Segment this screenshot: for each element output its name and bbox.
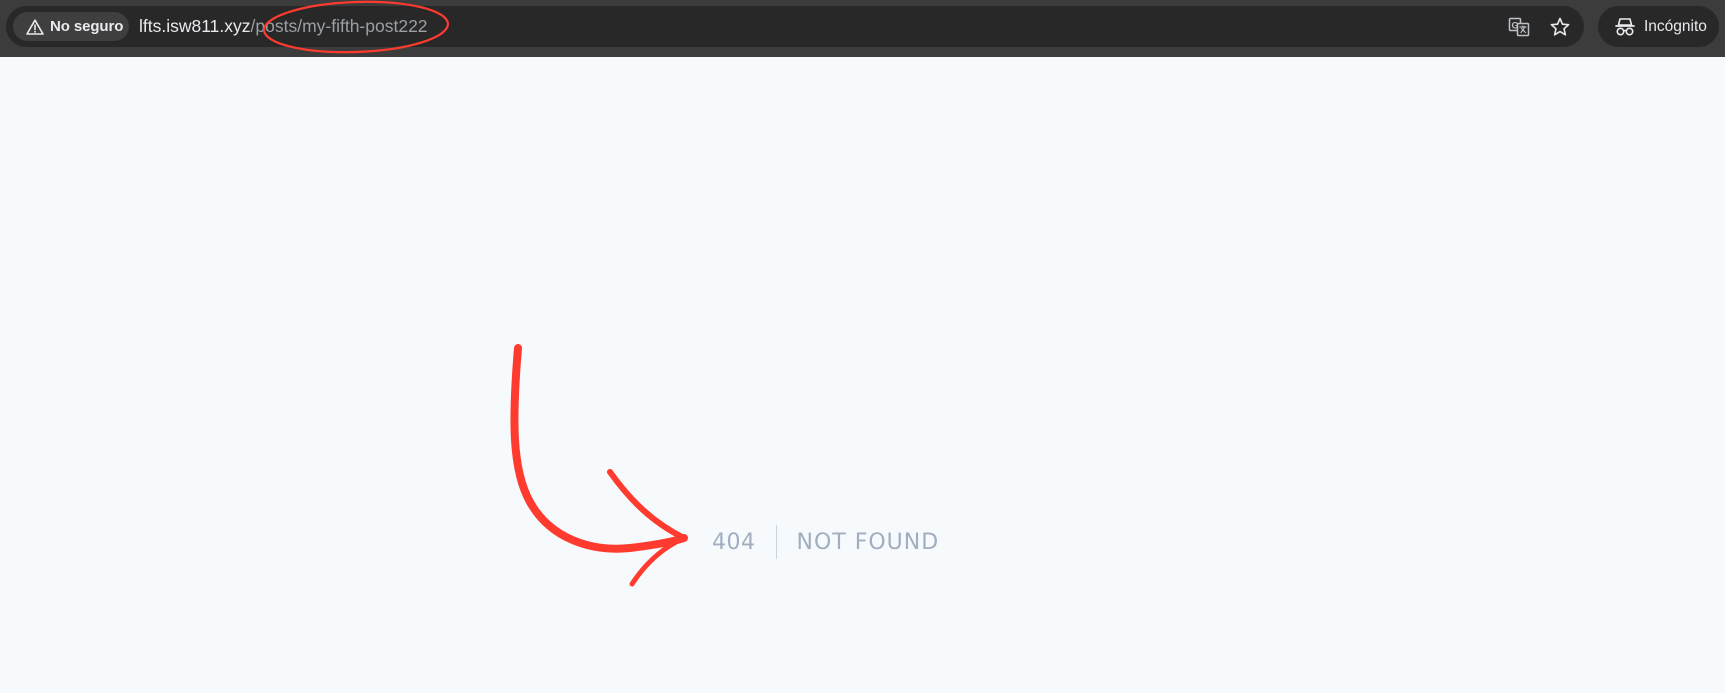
url-path: /posts/my-fifth-post222 <box>250 16 428 36</box>
address-bar[interactable]: No seguro lfts.isw811.xyz/posts/my-fifth… <box>6 6 1584 47</box>
incognito-icon <box>1614 16 1636 38</box>
warning-triangle-icon <box>24 17 46 37</box>
incognito-profile-chip[interactable]: Incógnito <box>1598 6 1719 47</box>
url-field[interactable]: lfts.isw811.xyz/posts/my-fifth-post222 <box>139 6 428 47</box>
page-content <box>0 57 1725 693</box>
incognito-label: Incógnito <box>1644 17 1707 35</box>
error-message-row: 404 Not Found <box>712 525 939 559</box>
error-code: 404 <box>712 529 756 555</box>
security-indicator-chip[interactable]: No seguro <box>13 12 129 41</box>
star-icon[interactable] <box>1547 14 1573 40</box>
url-host: lfts.isw811.xyz <box>139 16 251 36</box>
error-text: Not Found <box>796 529 940 555</box>
security-label: No seguro <box>50 18 124 35</box>
translate-icon[interactable]: G <box>1506 14 1532 40</box>
browser-toolbar: No seguro lfts.isw811.xyz/posts/my-fifth… <box>0 0 1725 57</box>
